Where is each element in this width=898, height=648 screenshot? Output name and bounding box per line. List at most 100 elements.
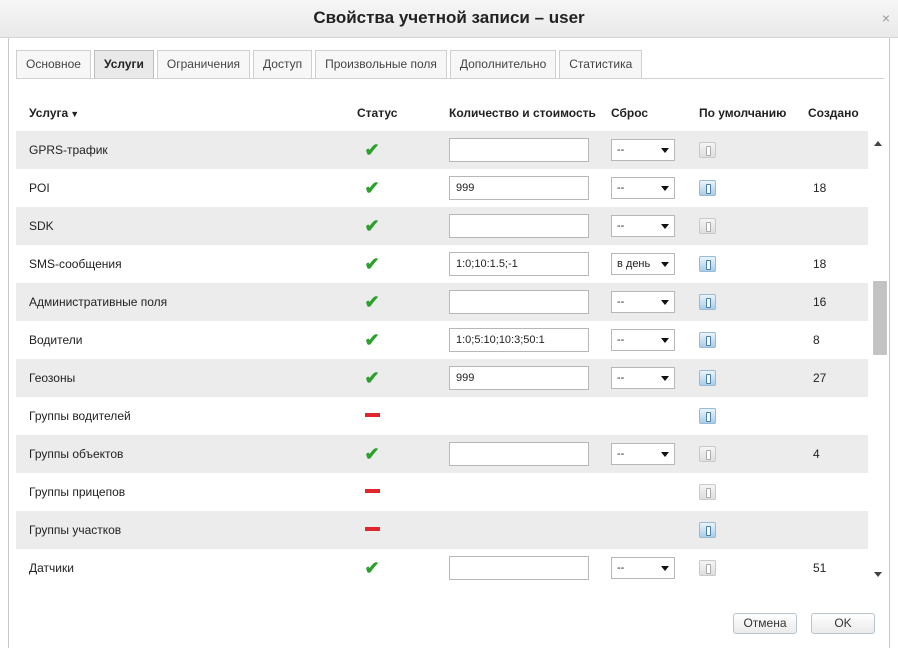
column-header-reset: Сброс [611,106,649,120]
qty-input[interactable] [449,214,589,238]
default-toggle-icon[interactable] [699,446,716,462]
qty-cell [449,290,589,314]
service-name: SDK [29,219,54,233]
service-name: Геозоны [29,371,76,385]
chevron-down-icon [661,452,669,457]
qty-input[interactable] [449,290,589,314]
table-row: SMS-сообщения ✔ в день 18 [16,245,868,283]
default-toggle-icon[interactable] [699,332,716,348]
default-toggle-icon[interactable] [699,294,716,310]
service-name: Административные поля [29,295,168,309]
tab-additional[interactable]: Дополнительно [449,50,557,79]
default-cell [699,256,716,273]
tab-custom-fields[interactable]: Произвольные поля [315,50,447,79]
check-icon: ✔ [364,178,380,198]
qty-input[interactable] [449,556,589,580]
check-icon: ✔ [364,558,380,578]
reset-cell: -- [611,367,675,389]
table-row: Группы участков [16,511,868,549]
check-icon: ✔ [364,216,380,236]
default-cell [699,294,716,311]
scrollbar[interactable] [870,131,888,587]
qty-input[interactable] [449,442,589,466]
created-count: 18 [813,257,827,271]
reset-cell: -- [611,329,675,351]
reset-cell: в день [611,253,675,275]
default-toggle-icon[interactable] [699,484,716,500]
reset-select[interactable]: -- [611,329,675,351]
reset-select-value: -- [617,182,625,194]
reset-select-value: -- [617,334,625,346]
reset-select-value: в день [617,258,651,270]
scroll-thumb[interactable] [873,281,887,355]
reset-select-value: -- [617,220,625,232]
chevron-down-icon [661,338,669,343]
reset-select[interactable]: -- [611,557,675,579]
column-header-default: По умолчанию [699,106,787,120]
reset-select[interactable]: -- [611,443,675,465]
dash-icon [362,511,382,549]
default-toggle-icon[interactable] [699,218,716,234]
created-count: 18 [813,181,827,195]
close-icon[interactable]: × [882,10,890,26]
cancel-button[interactable]: Отмена [733,613,797,634]
default-toggle-icon[interactable] [699,370,716,386]
reset-cell: -- [611,557,675,579]
tab-main[interactable]: Основное [16,50,91,79]
default-toggle-icon[interactable] [699,256,716,272]
table-row: Группы объектов ✔ -- 4 [16,435,868,473]
ok-button[interactable]: OK [811,613,875,634]
reset-select-value: -- [617,562,625,574]
chevron-down-icon [661,566,669,571]
check-icon: ✔ [364,292,380,312]
table-row: GPRS-трафик ✔ -- [16,131,868,169]
table-row: POI ✔ -- 18 [16,169,868,207]
default-toggle-icon[interactable] [699,180,716,196]
created-count: 51 [813,561,827,575]
tab-restrictions[interactable]: Ограничения [156,50,251,79]
reset-select-value: -- [617,372,625,384]
qty-input[interactable] [449,328,589,352]
qty-cell [449,214,589,238]
reset-select[interactable]: -- [611,139,675,161]
qty-input[interactable] [449,252,589,276]
reset-select[interactable]: -- [611,177,675,199]
reset-select[interactable]: в день [611,253,675,275]
service-name: Водители [29,333,83,347]
column-header-service[interactable]: Услуга ▼ [29,106,79,120]
table-row: Группы водителей [16,397,868,435]
qty-cell [449,138,589,162]
table-row: SDK ✔ -- [16,207,868,245]
tab-services[interactable]: Услуги [93,50,154,79]
table-row: Датчики ✔ -- 51 [16,549,868,587]
qty-input[interactable] [449,176,589,200]
qty-cell [449,328,589,352]
qty-input[interactable] [449,366,589,390]
default-toggle-icon[interactable] [699,522,716,538]
reset-select[interactable]: -- [611,215,675,237]
default-toggle-icon[interactable] [699,560,716,576]
tab-access[interactable]: Доступ [253,50,313,79]
titlebar: Свойства учетной записи – user × [0,0,898,38]
created-count: 8 [813,333,820,347]
column-header-status: Статус [357,106,398,120]
column-header-created: Создано [808,106,859,120]
tab-statistics[interactable]: Статистика [559,50,643,79]
default-toggle-icon[interactable] [699,408,716,424]
table-row: Геозоны ✔ -- 27 [16,359,868,397]
reset-cell: -- [611,291,675,313]
scroll-up-icon[interactable] [874,141,882,146]
check-icon: ✔ [364,330,380,350]
reset-select[interactable]: -- [611,291,675,313]
dash-icon [362,397,382,435]
service-name: Группы объектов [29,447,124,461]
reset-select[interactable]: -- [611,367,675,389]
reset-cell: -- [611,177,675,199]
default-cell [699,218,716,235]
qty-input[interactable] [449,138,589,162]
default-toggle-icon[interactable] [699,142,716,158]
service-name: Группы прицепов [29,485,126,499]
scroll-down-icon[interactable] [874,572,882,577]
sort-desc-icon: ▼ [70,109,80,119]
tab-divider [16,78,884,79]
